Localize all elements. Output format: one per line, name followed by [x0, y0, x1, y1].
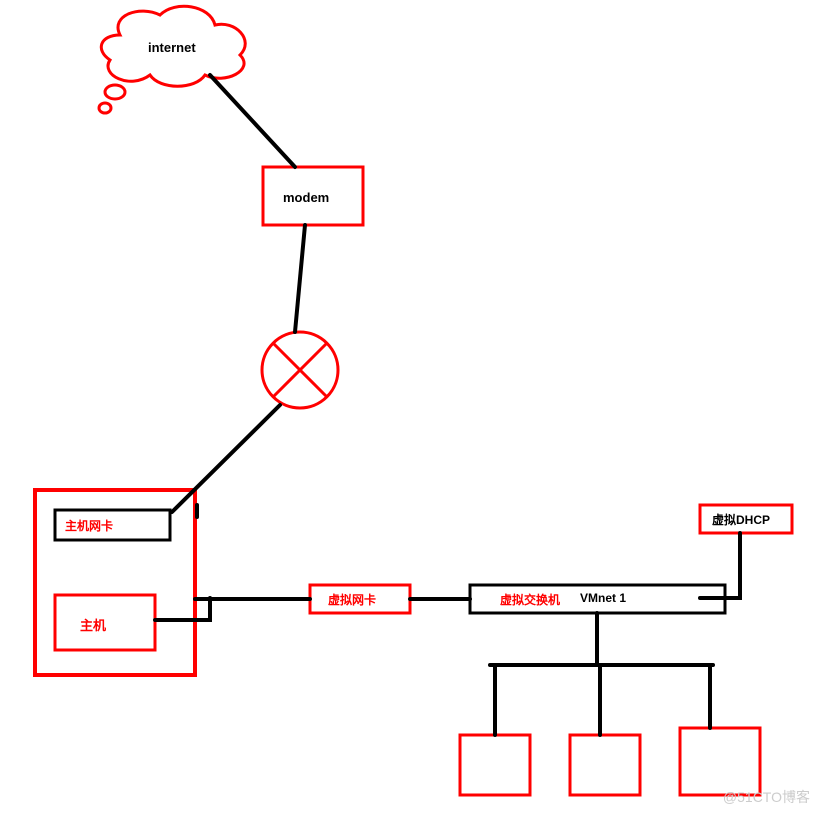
modem-label: modem [283, 190, 329, 205]
host-label: 主机 [80, 615, 106, 634]
connector-lines [155, 75, 740, 735]
virtual-dhcp-label: 虚拟DHCP [712, 511, 770, 528]
vmnet-label: VMnet 1 [580, 591, 626, 605]
virtual-nic-label: 虚拟网卡 [328, 591, 376, 608]
vm-box-2 [570, 735, 640, 795]
blocked-icon [262, 332, 338, 408]
vm-box-1 [460, 735, 530, 795]
virtual-switch-label: 虚拟交换机 [500, 591, 560, 608]
vm-box-3 [680, 728, 760, 795]
network-diagram [0, 0, 818, 813]
internet-label: internet [148, 40, 196, 55]
host-nic-label: 主机网卡 [65, 517, 113, 534]
watermark: @51CTO博客 [723, 787, 810, 807]
